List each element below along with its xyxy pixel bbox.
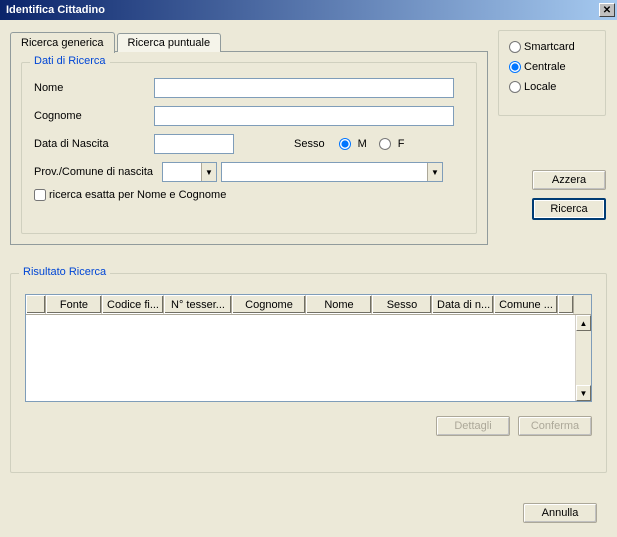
group-legend: Risultato Ricerca xyxy=(19,266,110,278)
group-legend: Dati di Ricerca xyxy=(30,55,110,67)
conferma-button[interactable]: Conferma xyxy=(518,416,592,436)
sesso-m-label: M xyxy=(358,138,367,150)
source-group: Smartcard Centrale Locale xyxy=(498,30,606,116)
data-nascita-label: Data di Nascita xyxy=(34,138,154,150)
data-nascita-input[interactable] xyxy=(154,134,234,154)
ricerca-button[interactable]: Ricerca xyxy=(532,198,606,220)
dati-ricerca-group: Dati di Ricerca Nome Cognome Data di Nas… xyxy=(21,62,477,234)
sesso-label: Sesso xyxy=(294,138,325,150)
table-header: Fonte Codice fi... N° tesser... Cognome … xyxy=(26,295,591,315)
vertical-scrollbar[interactable]: ▲ ▼ xyxy=(575,315,591,401)
prov-value xyxy=(163,163,201,181)
tab-panel: Dati di Ricerca Nome Cognome Data di Nas… xyxy=(10,51,488,245)
client-area: Ricerca generica Ricerca puntuale Dati d… xyxy=(0,20,617,537)
scroll-up-icon[interactable]: ▲ xyxy=(576,315,591,331)
tabstrip: Ricerca generica Ricerca puntuale xyxy=(10,30,488,52)
col-blank[interactable] xyxy=(26,295,46,314)
ricerca-esatta-checkbox[interactable] xyxy=(34,189,46,201)
cognome-input[interactable] xyxy=(154,106,454,126)
azzera-button[interactable]: Azzera xyxy=(532,170,606,190)
comune-value xyxy=(222,163,427,181)
nome-input[interactable] xyxy=(154,78,454,98)
cognome-label: Cognome xyxy=(34,110,154,122)
col-nome[interactable]: Nome xyxy=(306,295,372,314)
source-smartcard-radio[interactable] xyxy=(509,41,521,53)
tab-ricerca-generica[interactable]: Ricerca generica xyxy=(10,32,115,53)
chevron-down-icon[interactable]: ▼ xyxy=(201,163,216,181)
source-locale-radio[interactable] xyxy=(509,81,521,93)
col-codice-fiscale[interactable]: Codice fi... xyxy=(102,295,164,314)
close-icon[interactable]: ✕ xyxy=(599,3,615,17)
button-label: Ricerca xyxy=(550,203,587,215)
tab-label: Ricerca puntuale xyxy=(128,37,211,49)
prov-comune-label: Prov./Comune di nascita xyxy=(34,166,162,178)
button-label: Dettagli xyxy=(454,420,491,432)
sesso-m-radio[interactable] xyxy=(339,138,351,150)
tab-ricerca-puntuale[interactable]: Ricerca puntuale xyxy=(117,33,222,52)
button-label: Conferma xyxy=(531,420,579,432)
prov-combo[interactable]: ▼ xyxy=(162,162,217,182)
sesso-f-radio[interactable] xyxy=(379,138,391,150)
col-data-nascita[interactable]: Data di n... xyxy=(432,295,494,314)
ricerca-esatta-label: ricerca esatta per Nome e Cognome xyxy=(49,189,226,201)
tab-label: Ricerca generica xyxy=(21,37,104,49)
risultato-ricerca-group: Risultato Ricerca Fonte Codice fi... N° … xyxy=(10,273,607,473)
button-label: Annulla xyxy=(542,507,579,519)
col-scroll-spacer xyxy=(558,295,574,314)
titlebar: Identifica Cittadino ✕ xyxy=(0,0,617,20)
scroll-down-icon[interactable]: ▼ xyxy=(576,385,591,401)
nome-label: Nome xyxy=(34,82,154,94)
source-locale-label: Locale xyxy=(524,81,556,93)
source-smartcard-label: Smartcard xyxy=(524,41,575,53)
dettagli-button[interactable]: Dettagli xyxy=(436,416,510,436)
result-table: Fonte Codice fi... N° tesser... Cognome … xyxy=(25,294,592,402)
source-centrale-label: Centrale xyxy=(524,61,566,73)
chevron-down-icon[interactable]: ▼ xyxy=(427,163,442,181)
source-centrale-radio[interactable] xyxy=(509,61,521,73)
comune-combo[interactable]: ▼ xyxy=(221,162,443,182)
col-n-tessera[interactable]: N° tesser... xyxy=(164,295,232,314)
col-cognome[interactable]: Cognome xyxy=(232,295,306,314)
col-sesso[interactable]: Sesso xyxy=(372,295,432,314)
annulla-button[interactable]: Annulla xyxy=(523,503,597,523)
button-label: Azzera xyxy=(552,174,586,186)
col-fonte[interactable]: Fonte xyxy=(46,295,102,314)
sesso-f-label: F xyxy=(398,138,405,150)
window-title: Identifica Cittadino xyxy=(6,4,105,16)
col-comune[interactable]: Comune ... xyxy=(494,295,558,314)
